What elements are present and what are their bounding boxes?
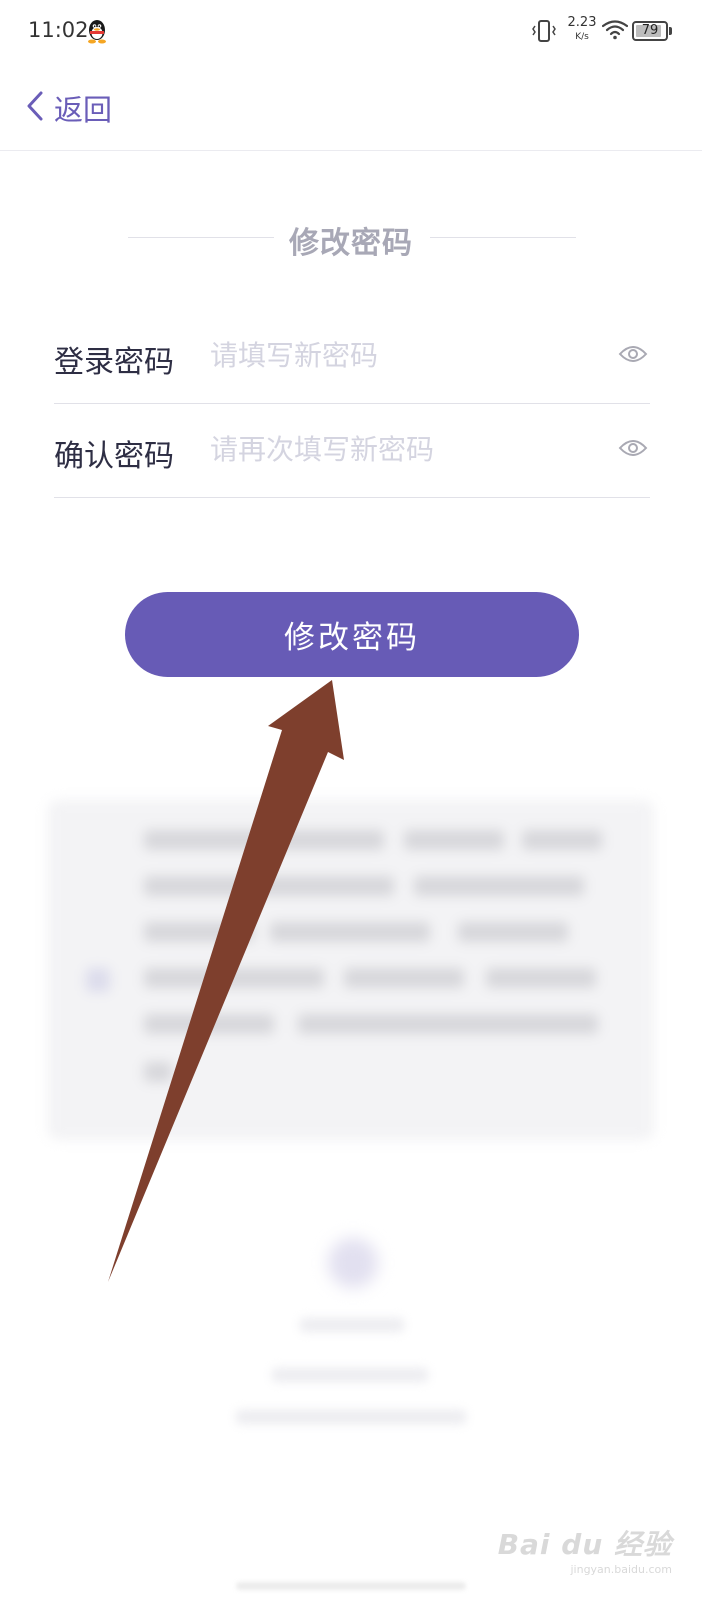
annotation-arrow bbox=[108, 680, 344, 1282]
watermark-logo-text: Bai du 经验 bbox=[497, 1528, 672, 1561]
watermark-url: jingyan.baidu.com bbox=[570, 1563, 672, 1576]
home-indicator bbox=[236, 1582, 466, 1590]
watermark: Bai du 经验 jingyan.baidu.com bbox=[498, 1523, 672, 1576]
